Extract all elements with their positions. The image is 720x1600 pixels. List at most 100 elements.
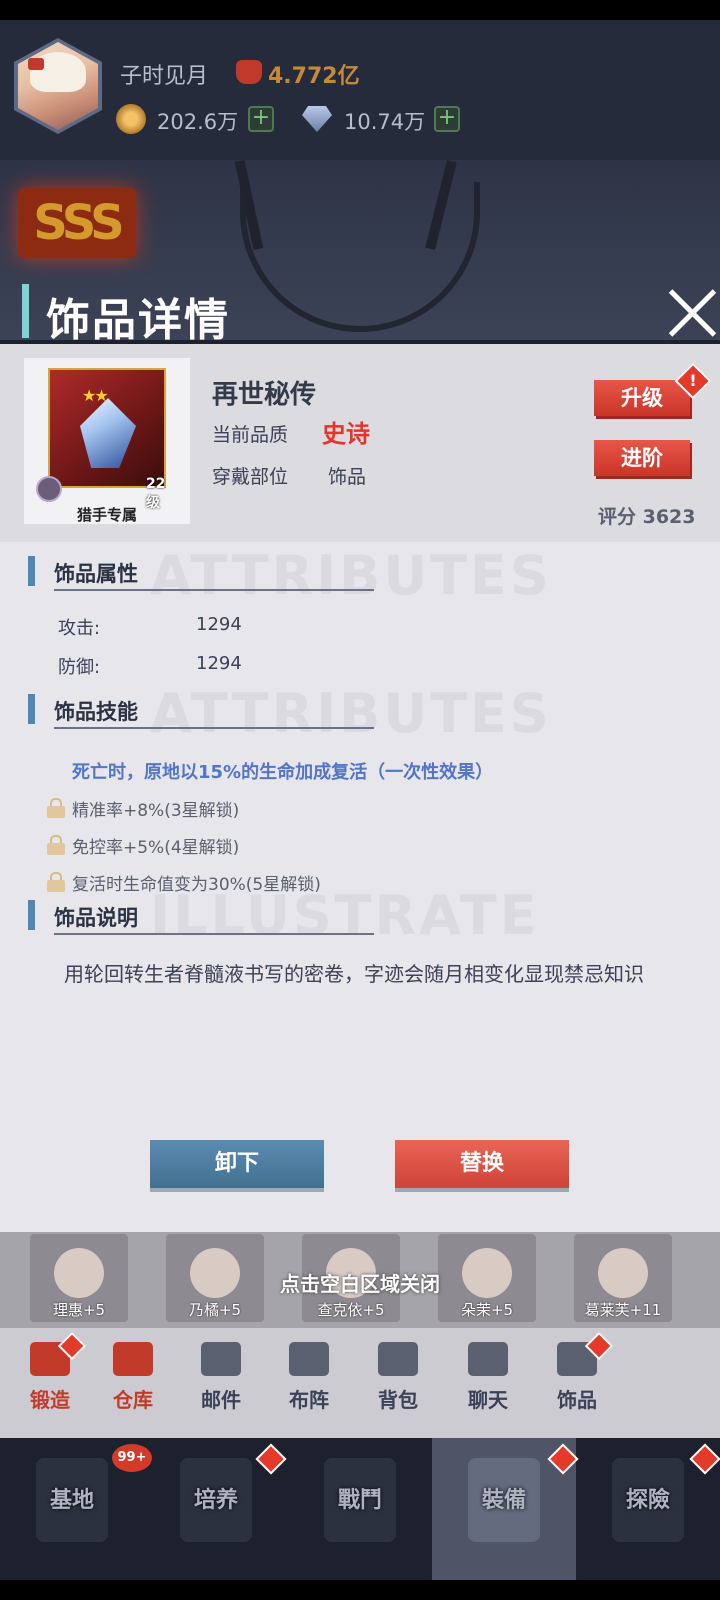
add-gold-button[interactable]: + [248, 106, 274, 132]
slot-value: 饰品 [328, 466, 367, 488]
locked-skill: 精准率+8%(3星解锁) [72, 801, 240, 821]
quality-label: 当前品质 [212, 424, 289, 446]
alert-icon [689, 1443, 720, 1475]
section-divider [54, 589, 374, 591]
tab-label: 培养 [193, 1488, 238, 1513]
item-header: ★★ 22级 猎手专属 再世秘传 当前品质 史诗 穿戴部位 饰品 升级 ! 进阶… [0, 344, 720, 542]
menu-forge[interactable]: 锻造 [14, 1331, 87, 1422]
tab-label: 裝備 [481, 1488, 526, 1513]
attack-label: 攻击: [58, 618, 101, 639]
menu-warehouse[interactable]: 仓库 [97, 1342, 169, 1422]
lock-icon [46, 798, 66, 818]
item-name: 再世秘传 [212, 380, 317, 410]
alert-icon [547, 1443, 579, 1475]
section-divider [54, 933, 374, 935]
menu-label: 邮件 [201, 1388, 241, 1412]
player-name: 子时见月 [120, 64, 209, 89]
hero-strip[interactable]: 理惠+5 乃橘+5 查克依+5 朵茉+5 葛莱芙+11 点击空白区域关闭 [0, 1232, 720, 1328]
system-nav-bar [0, 1580, 720, 1600]
backpack-icon [378, 1342, 418, 1376]
tab-battle[interactable]: 戰鬥 [288, 1438, 432, 1580]
tab-label: 探險 [625, 1488, 670, 1513]
lock-icon [46, 872, 66, 892]
gold-amount: 202.6万 [157, 110, 239, 134]
attributes-watermark: ATTRIBUTES [150, 544, 552, 607]
item-exclusive-tag: 猎手专属 [76, 506, 137, 524]
fist-icon [236, 60, 262, 84]
advance-button[interactable]: 进阶 [594, 440, 690, 476]
defense-value: 1294 [196, 653, 242, 674]
modal-title: 饰品详情 [46, 295, 230, 346]
skills-title: 饰品技能 [54, 700, 138, 724]
menu-label: 饰品 [557, 1388, 597, 1412]
upgrade-button[interactable]: 升级 [594, 380, 690, 416]
locked-skill: 免控率+5%(4星解锁) [72, 838, 240, 858]
flag-icon [289, 1342, 329, 1376]
tab-label: 基地 [49, 1488, 94, 1513]
attack-value: 1294 [196, 614, 242, 635]
item-score: 评分 3623 [598, 506, 696, 528]
hunter-class-icon [36, 476, 62, 502]
menu-label: 布阵 [289, 1388, 329, 1412]
menu-chat[interactable]: 聊天 [452, 1342, 524, 1422]
menu-label: 聊天 [468, 1388, 508, 1412]
menu-label: 背包 [378, 1388, 418, 1412]
menu-label: 锻造 [30, 1388, 70, 1412]
close-hint: 点击空白区域关闭 [280, 1272, 440, 1296]
description-title: 饰品说明 [54, 906, 138, 930]
section-accent-bar [28, 694, 35, 724]
add-gem-button[interactable]: + [434, 106, 460, 132]
tab-train[interactable]: 培养 [144, 1438, 288, 1580]
accessory-detail-panel: ★★ 22级 猎手专属 再世秘传 当前品质 史诗 穿戴部位 饰品 升级 ! 进阶… [0, 344, 720, 1232]
unequip-button[interactable]: 卸下 [150, 1140, 324, 1188]
skills-watermark: ATTRIBUTES [150, 682, 552, 745]
section-divider [54, 727, 374, 729]
quality-value: 史诗 [322, 420, 370, 448]
menu-label: 仓库 [113, 1388, 153, 1412]
chat-icon [468, 1342, 508, 1376]
item-image: ★★ 22级 [48, 368, 166, 511]
description-watermark: ILLUSTRATE [150, 884, 540, 947]
section-accent-bar [28, 556, 35, 586]
tab-explore[interactable]: 探險 [576, 1438, 720, 1580]
close-icon[interactable] [664, 284, 720, 342]
defense-label: 防御: [58, 657, 101, 678]
function-menu: 锻造 仓库 邮件 布阵 背包 聊天 饰品 [0, 1328, 720, 1438]
combat-power: 4.772亿 [268, 64, 360, 89]
menu-mail[interactable]: 邮件 [185, 1342, 257, 1422]
mail-icon [201, 1342, 241, 1376]
section-accent-bar [28, 900, 35, 930]
item-description: 用轮回转生者脊髓液书写的密卷，字迹会随月相变化显现禁忌知识 [64, 962, 644, 986]
hero-label: 查克依+5 [317, 1301, 385, 1319]
tab-label: 戰鬥 [337, 1488, 382, 1513]
player-hud: 子时见月 4.772亿 202.6万 + 10.74万 + [0, 20, 720, 160]
coin-icon [116, 104, 146, 134]
item-card[interactable]: ★★ 22级 猎手专属 [24, 358, 190, 524]
player-avatar[interactable] [14, 38, 102, 134]
sss-rank-icon: SSS [18, 188, 136, 258]
skill-main-effect: 死亡时，原地以15%的生命加成复活（一次性效果） [72, 762, 494, 783]
hero-label: 乃橘+5 [188, 1301, 242, 1319]
hero-label: 朵茉+5 [460, 1301, 514, 1319]
menu-backpack[interactable]: 背包 [362, 1342, 434, 1422]
tab-equipment[interactable]: 裝備 [432, 1438, 579, 1580]
menu-accessory[interactable]: 饰品 [541, 1331, 614, 1422]
replace-button[interactable]: 替换 [395, 1140, 569, 1188]
attributes-title: 饰品属性 [54, 562, 138, 586]
antler-crown-icon [240, 182, 480, 332]
slot-label: 穿戴部位 [212, 466, 289, 488]
scroll-gem-icon [80, 398, 136, 468]
gem-amount: 10.74万 [344, 110, 426, 134]
tab-base[interactable]: 基地 99+ [0, 1438, 152, 1580]
warehouse-icon [113, 1342, 153, 1376]
menu-formation[interactable]: 布阵 [273, 1342, 345, 1422]
bottom-tab-bar: 基地 99+ 培养 戰鬥 裝備 探險 [0, 1438, 720, 1580]
hero-label: 理惠+5 [52, 1301, 106, 1319]
lock-icon [46, 835, 66, 855]
star-rating: ★★ [82, 386, 109, 405]
alert-icon [255, 1443, 287, 1475]
status-bar [0, 0, 720, 20]
diamond-icon [302, 106, 332, 132]
hero-label: 葛莱芙+11 [584, 1301, 662, 1319]
title-accent-bar [22, 284, 29, 338]
